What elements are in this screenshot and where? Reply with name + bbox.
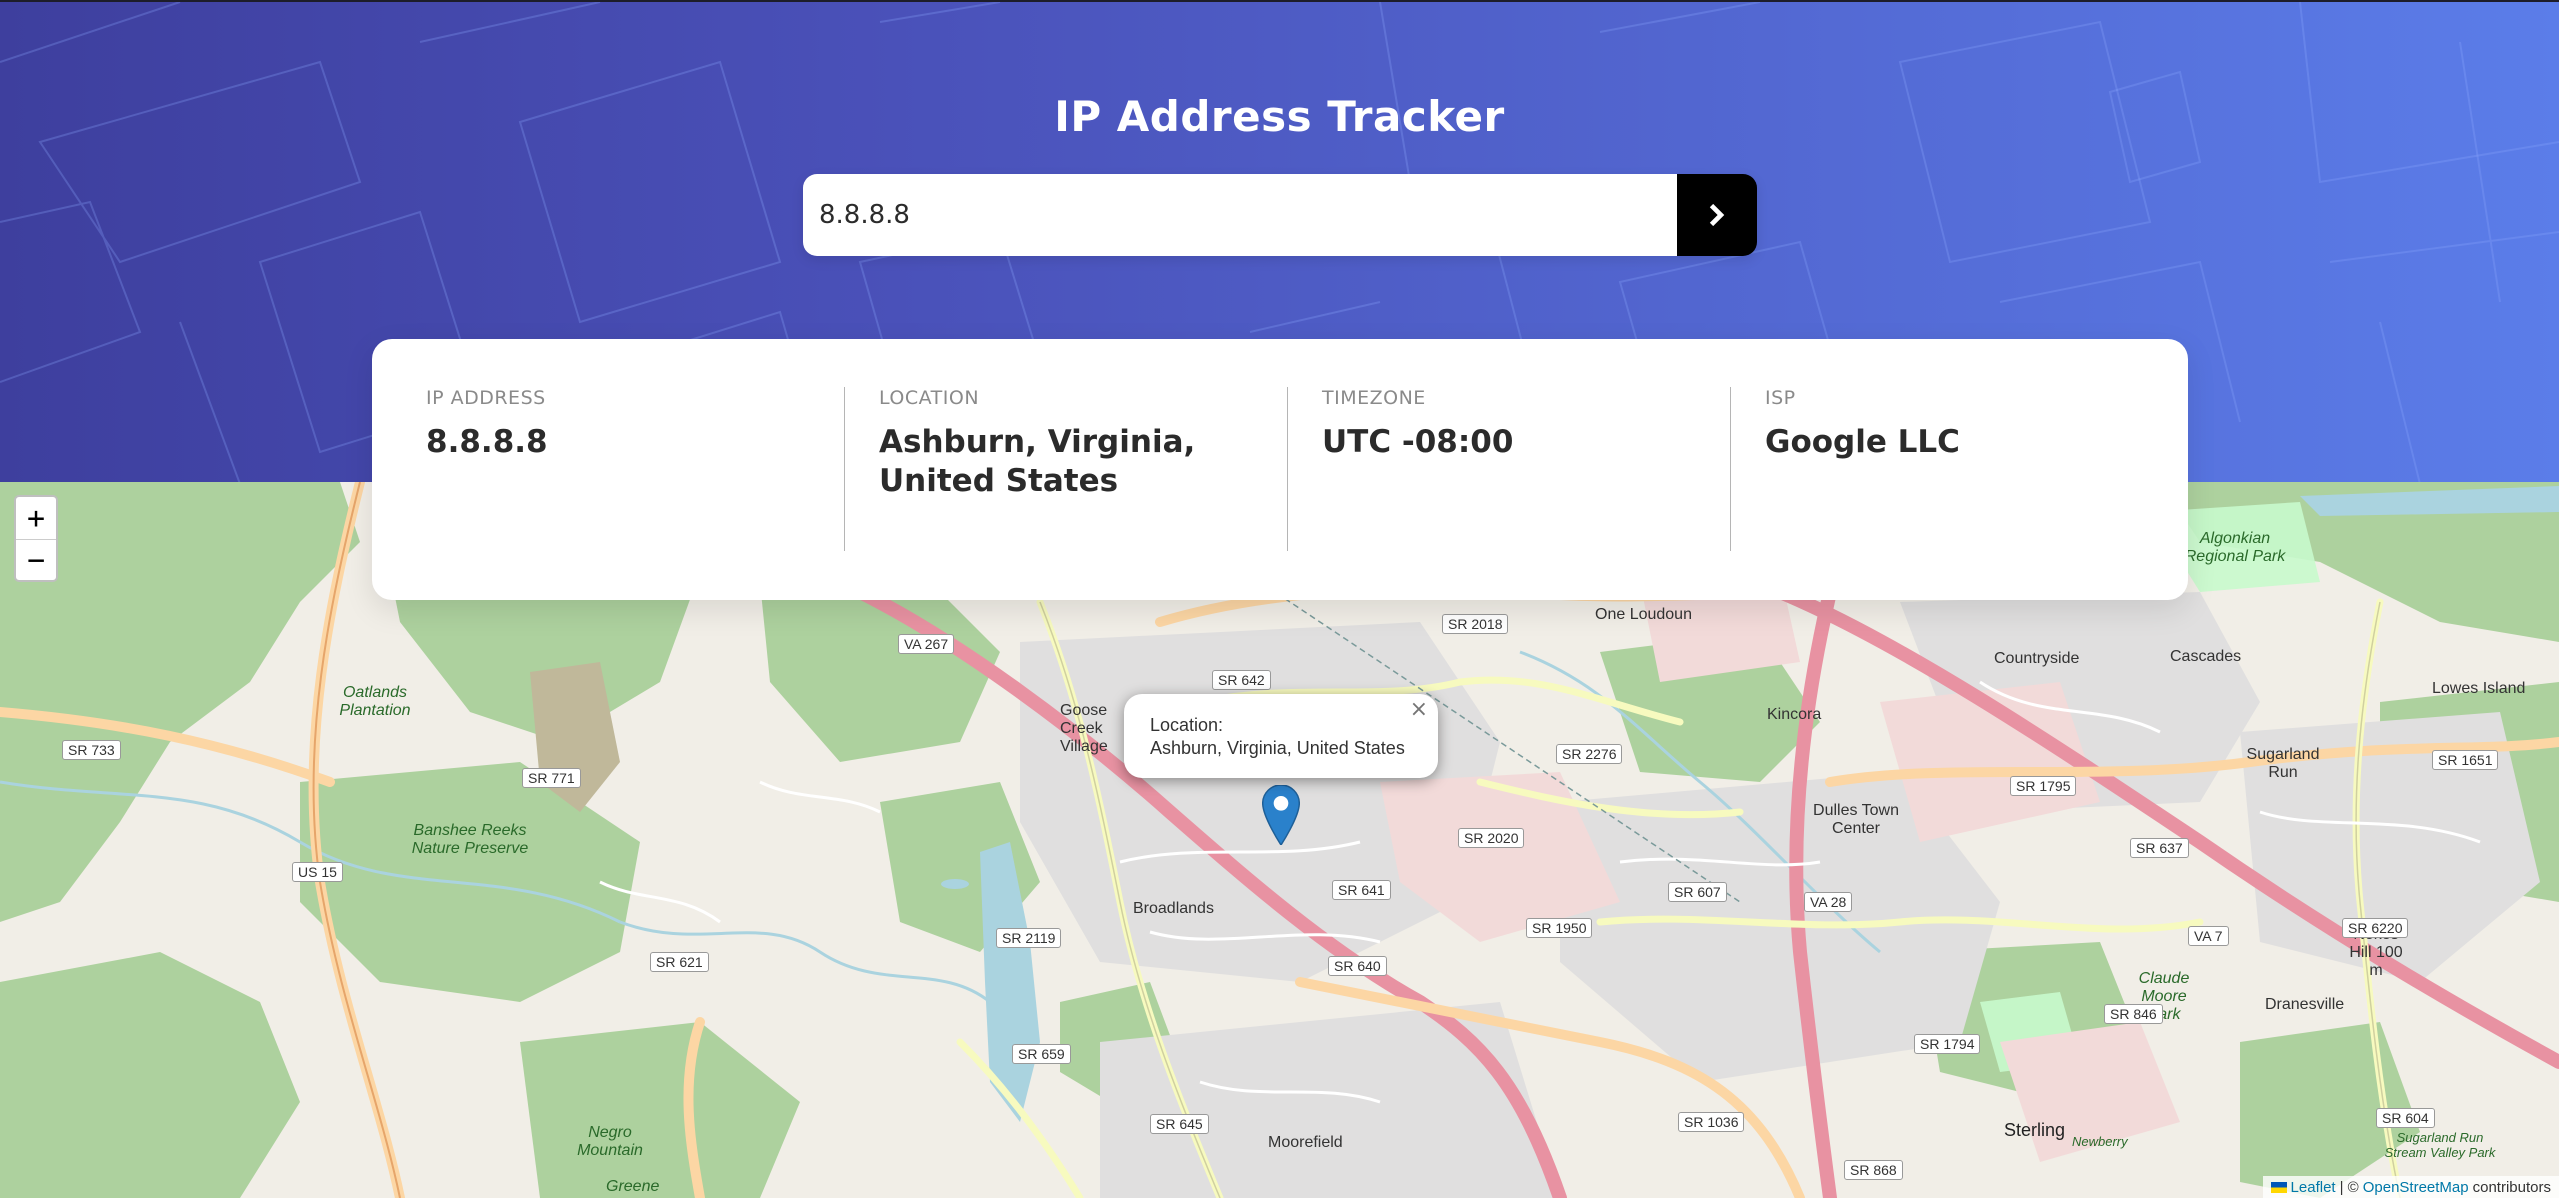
- popup-close-button[interactable]: ×: [1410, 698, 1428, 721]
- leaflet-link[interactable]: Leaflet: [2291, 1179, 2336, 1196]
- attribution-separator: | ©: [2339, 1178, 2359, 1196]
- popup-title: Location:: [1150, 715, 1224, 735]
- ip-address-section: IP ADDRESS 8.8.8.8: [426, 387, 844, 551]
- road-shield: SR 641: [1332, 880, 1391, 900]
- zoom-control: + −: [14, 495, 58, 582]
- timezone-label: TIMEZONE: [1322, 387, 1426, 409]
- place-label: Sugarland Run: [2246, 746, 2320, 781]
- road-shield: SR 2276: [1556, 744, 1623, 764]
- ip-address-value: 8.8.8.8: [426, 424, 548, 460]
- location-value: Ashburn, Virginia, United States: [879, 424, 1196, 499]
- place-label: One Loudoun: [1595, 606, 1692, 623]
- isp-section: ISP Google LLC: [1730, 387, 2173, 551]
- road-shield: SR 2020: [1458, 828, 1525, 848]
- road-shield: VA 7: [2188, 926, 2229, 946]
- road-shield: VA 267: [898, 634, 955, 654]
- road-shield: SR 642: [1212, 670, 1271, 690]
- zoom-in-button[interactable]: +: [16, 497, 56, 539]
- road-shield: SR 6220: [2342, 918, 2409, 938]
- ip-search-input[interactable]: [803, 174, 1677, 256]
- road-shield: SR 1036: [1678, 1112, 1745, 1132]
- road-shield: SR 637: [2130, 838, 2189, 858]
- place-label: Oatlands Plantation: [339, 684, 411, 719]
- place-label: Countryside: [1994, 650, 2080, 667]
- road-shield: SR 604: [2376, 1108, 2435, 1128]
- place-label: Dranesville: [2265, 996, 2345, 1013]
- road-shield: VA 28: [1804, 892, 1853, 912]
- map-marker-icon[interactable]: [1262, 785, 1300, 845]
- place-label: Sugarland Run Stream Valley Park: [2384, 1130, 2496, 1160]
- ip-info-card: IP ADDRESS 8.8.8.8 LOCATION Ashburn, Vir…: [372, 339, 2188, 600]
- road-shield: SR 1651: [2432, 750, 2499, 770]
- road-shield: SR 645: [1150, 1114, 1209, 1134]
- isp-value: Google LLC: [1765, 424, 1960, 460]
- road-shield: SR 1795: [2010, 776, 2077, 796]
- location-label: LOCATION: [879, 387, 980, 409]
- road-shield: SR 733: [62, 740, 121, 760]
- location-section: LOCATION Ashburn, Virginia, United State…: [844, 387, 1287, 551]
- openstreetmap-link[interactable]: OpenStreetMap: [2363, 1179, 2469, 1196]
- place-label: Broadlands: [1133, 900, 1214, 917]
- road-shield: SR 607: [1668, 882, 1727, 902]
- zoom-out-button[interactable]: −: [16, 539, 56, 581]
- place-label: Algonkian Regional Park: [2184, 530, 2286, 565]
- place-label: Greene: [606, 1178, 660, 1195]
- road-shield: SR 846: [2104, 1004, 2163, 1024]
- place-label: Negro Mountain: [577, 1124, 643, 1159]
- isp-label: ISP: [1765, 387, 1796, 409]
- attribution-contributors: contributors: [2472, 1178, 2551, 1196]
- place-label: Dulles Town Center: [1813, 802, 1899, 837]
- road-shield: SR 1794: [1914, 1034, 1981, 1054]
- place-label: Lowes Island: [2432, 680, 2526, 697]
- place-label: Newberry: [2072, 1134, 2128, 1149]
- ukraine-flag-icon: [2270, 1181, 2287, 1193]
- road-shield: SR 771: [522, 768, 581, 788]
- chevron-right-icon: [1709, 204, 1725, 226]
- road-shield: SR 640: [1328, 956, 1387, 976]
- map-attribution: Leaflet | © OpenStreetMap contributors: [2262, 1176, 2559, 1198]
- timezone-section: TIMEZONE UTC -08:00: [1287, 387, 1730, 551]
- search-submit-button[interactable]: [1677, 174, 1757, 256]
- ip-address-label: IP ADDRESS: [426, 387, 546, 409]
- location-popup: × Location: Ashburn, Virginia, United St…: [1124, 694, 1438, 778]
- popup-text: Ashburn, Virginia, United States: [1150, 738, 1405, 758]
- road-shield: SR 868: [1844, 1160, 1903, 1180]
- road-shield: SR 2119: [996, 928, 1062, 948]
- road-shield: SR 621: [650, 952, 709, 972]
- road-shield: SR 659: [1012, 1044, 1071, 1064]
- place-label: Banshee Reeks Nature Preserve: [411, 822, 529, 857]
- road-shield: SR 1950: [1526, 918, 1593, 938]
- popup-tip: [1263, 763, 1293, 793]
- page-title: IP Address Tracker: [1054, 92, 1505, 141]
- timezone-value: UTC -08:00: [1322, 424, 1514, 460]
- road-shield: SR 2018: [1442, 614, 1509, 634]
- place-label: Moorefield: [1268, 1134, 1343, 1151]
- place-label: Kincora: [1767, 706, 1822, 723]
- place-label: Cascades: [2170, 648, 2242, 665]
- place-label: Sterling: [2004, 1120, 2066, 1140]
- road-shield: US 15: [292, 862, 343, 882]
- ip-search-bar: [803, 174, 1757, 256]
